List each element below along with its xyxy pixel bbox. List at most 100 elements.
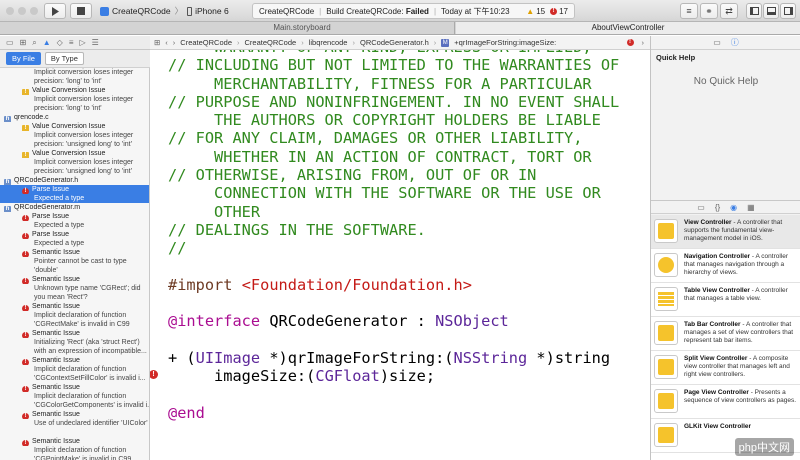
issue-detail-row[interactable]: Implicit conversion loses integer	[0, 131, 149, 140]
issue-detail-row[interactable]: Unknown type name 'CGRect'; did	[0, 284, 149, 293]
warning-icon[interactable]: ▲	[526, 7, 534, 16]
issue-detail-row[interactable]: 'CGColorGetComponents' is invalid i...	[0, 401, 149, 410]
issue-row[interactable]: ! Semantic Issue	[0, 275, 149, 284]
zoom-window-button[interactable]	[30, 7, 38, 15]
issue-row[interactable]: ! Value Conversion Issue	[0, 149, 149, 158]
library-item[interactable]: Split View Controller - A composite view…	[651, 351, 800, 385]
issue-detail-row[interactable]: Implicit conversion loses integer	[0, 158, 149, 167]
media-library-icon[interactable]: ▦	[747, 203, 755, 212]
issue-text: Implicit declaration of function	[34, 312, 127, 319]
object-library-icon[interactable]: ◉	[730, 203, 737, 212]
code-snippet-icon[interactable]: {}	[715, 203, 720, 212]
issue-detail-row[interactable]: Implicit declaration of function	[0, 392, 149, 401]
filter-by-type[interactable]: By Type	[44, 52, 84, 65]
issue-row[interactable]: ! Semantic Issue	[0, 437, 149, 446]
issue-detail-row[interactable]: precision: 'unsigned long' to 'int'	[0, 140, 149, 149]
warning-count[interactable]: 15	[536, 7, 545, 16]
jump-item-folder[interactable]: libqrencode	[309, 38, 348, 47]
minimize-window-button[interactable]	[18, 7, 26, 15]
back-icon[interactable]: ‹	[165, 38, 168, 47]
forward-icon[interactable]: ›	[173, 38, 176, 47]
issue-detail-row[interactable]: Implicit declaration of function	[0, 311, 149, 320]
toggle-debug-button[interactable]	[763, 3, 779, 19]
library-item[interactable]: View Controller - A controller that supp…	[651, 215, 800, 249]
issue-row[interactable]: ! Parse Issue	[0, 212, 149, 221]
issue-detail-row[interactable]	[0, 428, 149, 437]
code-line: //	[168, 239, 648, 257]
issue-detail-row[interactable]: Expected a type	[0, 194, 149, 203]
library-item[interactable]: Tab Bar Controller - A controller that m…	[651, 317, 800, 351]
close-window-button[interactable]	[6, 7, 14, 15]
folder-icon[interactable]: ▭	[6, 38, 14, 47]
issue-row[interactable]: ! Parse Issue	[0, 185, 149, 194]
warning-icon: !	[22, 89, 29, 95]
toggle-navigator-button[interactable]	[746, 3, 762, 19]
jump-item-project[interactable]: CreateQRCode	[180, 38, 232, 47]
stop-button[interactable]	[70, 3, 92, 19]
issue-row[interactable]: ! Parse Issue	[0, 230, 149, 239]
issue-detail-row[interactable]: precision: 'long' to 'int'	[0, 104, 149, 113]
issue-navigator-icon[interactable]: ▲	[43, 38, 51, 47]
test-icon[interactable]: ◇	[57, 38, 63, 47]
debug-icon[interactable]: ≡	[69, 38, 74, 47]
issue-row[interactable]: ! Value Conversion Issue	[0, 86, 149, 95]
scheme-selector[interactable]: CreateQRCode 〉 iPhone 6	[100, 3, 229, 19]
issue-detail-row[interactable]: 'CGRectMake' is invalid in C99	[0, 320, 149, 329]
jump-item-group[interactable]: CreateQRCode	[245, 38, 297, 47]
next-issue-icon[interactable]: ›	[642, 38, 645, 47]
code-token: *)qrImageForString:(	[260, 349, 454, 368]
issue-detail-row[interactable]: Initializing 'Rect' (aka 'struct Rect')	[0, 338, 149, 347]
issue-row[interactable]: ! Value Conversion Issue	[0, 122, 149, 131]
jump-error-icon[interactable]: !	[626, 39, 634, 46]
version-editor-button[interactable]: ⇄	[720, 3, 738, 19]
related-items-icon[interactable]: ⊞	[154, 38, 160, 47]
issue-detail-row[interactable]: Expected a type	[0, 221, 149, 230]
code-text[interactable]: WARRANTY OF ANY KIND, EXPRESS OR IMPLIED…	[168, 50, 648, 422]
tab-about-view-controller[interactable]: AboutViewController	[456, 22, 800, 34]
file-template-icon[interactable]: ▭	[697, 203, 705, 212]
report-icon[interactable]: ☰	[92, 38, 99, 47]
issue-row[interactable]: ! Semantic Issue	[0, 383, 149, 392]
issue-detail-row[interactable]: Pointer cannot be cast to type	[0, 257, 149, 266]
issue-detail-row[interactable]: 'double'	[0, 266, 149, 275]
breakpoint-icon[interactable]: ▷	[80, 38, 86, 47]
error-icon[interactable]: !	[550, 7, 558, 15]
issue-row[interactable]: ! Semantic Issue	[0, 329, 149, 338]
error-count[interactable]: 17	[559, 7, 568, 16]
jump-item-method[interactable]: +qrImageForString:imageSize:	[454, 38, 556, 47]
issue-detail-row[interactable]: you mean 'Rect'?	[0, 293, 149, 302]
toggle-utilities-button[interactable]	[780, 3, 796, 19]
issue-detail-row[interactable]: precision: 'long' to 'int'	[0, 77, 149, 86]
library-item[interactable]: Page View Controller - Presents a sequen…	[651, 385, 800, 419]
issue-file-row[interactable]: h QRCodeGenerator.m	[0, 203, 149, 212]
filter-by-file[interactable]: By File	[6, 52, 41, 65]
issue-row[interactable]: ! Semantic Issue	[0, 248, 149, 257]
search-icon[interactable]: ⌕	[32, 38, 36, 48]
issue-detail-row[interactable]: 'CGContextSetFillColor' is invalid i...	[0, 374, 149, 383]
jump-item-file[interactable]: QRCodeGenerator.h	[360, 38, 429, 47]
file-inspector-icon[interactable]: ▭	[713, 38, 721, 47]
issue-row[interactable]: ! Semantic Issue	[0, 356, 149, 365]
library-item[interactable]: Table View Controller - A controller tha…	[651, 283, 800, 317]
issue-row[interactable]: ! Semantic Issue	[0, 302, 149, 311]
symbol-icon[interactable]: ⊞	[20, 38, 27, 47]
issue-detail-row[interactable]: Implicit declaration of function	[0, 446, 149, 455]
assistant-editor-button[interactable]: ⚭	[700, 3, 718, 19]
run-button[interactable]	[44, 3, 66, 19]
issue-detail-row[interactable]: Implicit conversion loses integer	[0, 95, 149, 104]
tab-main-storyboard[interactable]: Main.storyboard	[150, 22, 455, 34]
issue-detail-row[interactable]: Implicit declaration of function	[0, 365, 149, 374]
issue-file-row[interactable]: h qrencode.c	[0, 113, 149, 122]
issue-detail-row[interactable]: precision: 'unsigned long' to 'int'	[0, 167, 149, 176]
quick-help-icon[interactable]: ⓘ	[731, 37, 739, 48]
issue-file-row[interactable]: h QRCodeGenerator.h	[0, 176, 149, 185]
issue-detail-row[interactable]: Use of undeclared identifier 'UIColor'	[0, 419, 149, 428]
issue-row[interactable]: ! Semantic Issue	[0, 410, 149, 419]
standard-editor-button[interactable]: ≡	[680, 3, 698, 19]
issue-detail-row[interactable]: Expected a type	[0, 239, 149, 248]
issue-detail-row[interactable]: with an expression of incompatible...	[0, 347, 149, 356]
source-editor[interactable]: ! WARRANTY OF ANY KIND, EXPRESS OR IMPLI…	[150, 50, 650, 460]
issue-detail-row[interactable]: Implicit conversion loses integer	[0, 68, 149, 77]
library-item[interactable]: Navigation Controller - A controller tha…	[651, 249, 800, 283]
issue-detail-row[interactable]: 'CGPointMake' is invalid in C99	[0, 455, 149, 460]
